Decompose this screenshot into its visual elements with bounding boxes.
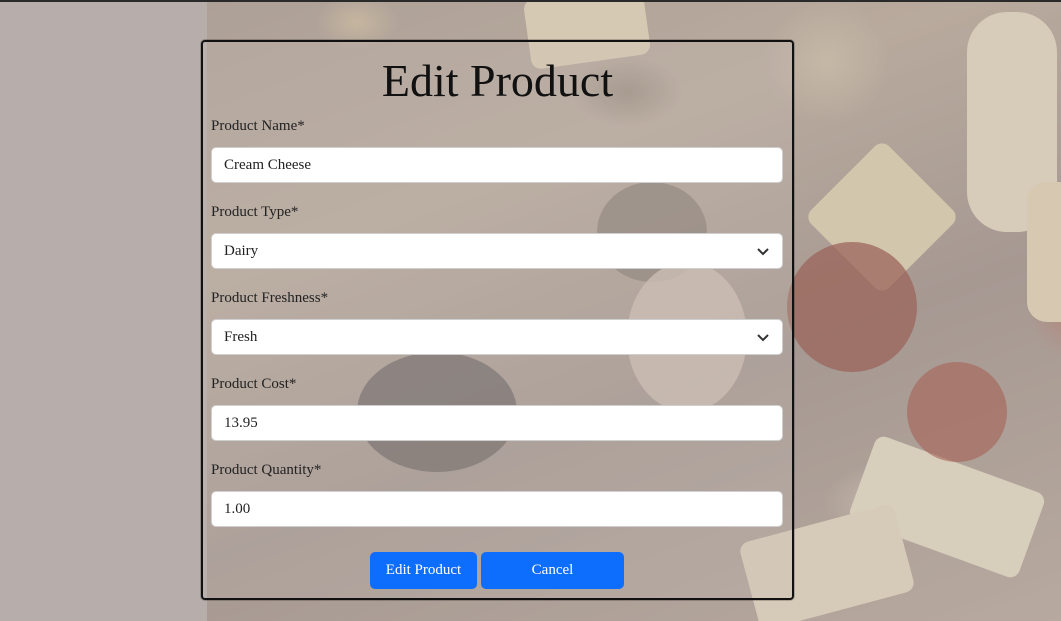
product-freshness-select[interactable]: Fresh	[211, 319, 783, 355]
product-quantity-input[interactable]: 1.00	[211, 491, 783, 527]
product-freshness-label: Product Freshness*	[211, 290, 329, 306]
product-name-value: Cream Cheese	[224, 156, 312, 173]
product-type-label: Product Type*	[211, 204, 299, 220]
product-quantity-label: Product Quantity*	[211, 462, 322, 478]
edit-product-button[interactable]: Edit Product	[370, 552, 477, 589]
chevron-down-icon	[756, 330, 770, 344]
product-name-label: Product Name*	[211, 118, 305, 134]
product-cost-label: Product Cost*	[211, 376, 297, 392]
product-type-value: Dairy	[224, 242, 259, 259]
product-name-input[interactable]: Cream Cheese	[211, 147, 783, 183]
product-type-select[interactable]: Dairy	[211, 233, 783, 269]
product-cost-input[interactable]: 13.95	[211, 405, 783, 441]
page-title: Edit Product	[381, 55, 614, 106]
product-quantity-value: 1.00	[224, 500, 251, 517]
chevron-down-icon	[756, 244, 770, 258]
edit-product-card: Edit Product Product Name* Cream Cheese …	[201, 40, 794, 600]
product-freshness-value: Fresh	[224, 328, 258, 345]
cancel-button[interactable]: Cancel	[481, 552, 624, 589]
product-cost-value: 13.95	[224, 414, 258, 431]
